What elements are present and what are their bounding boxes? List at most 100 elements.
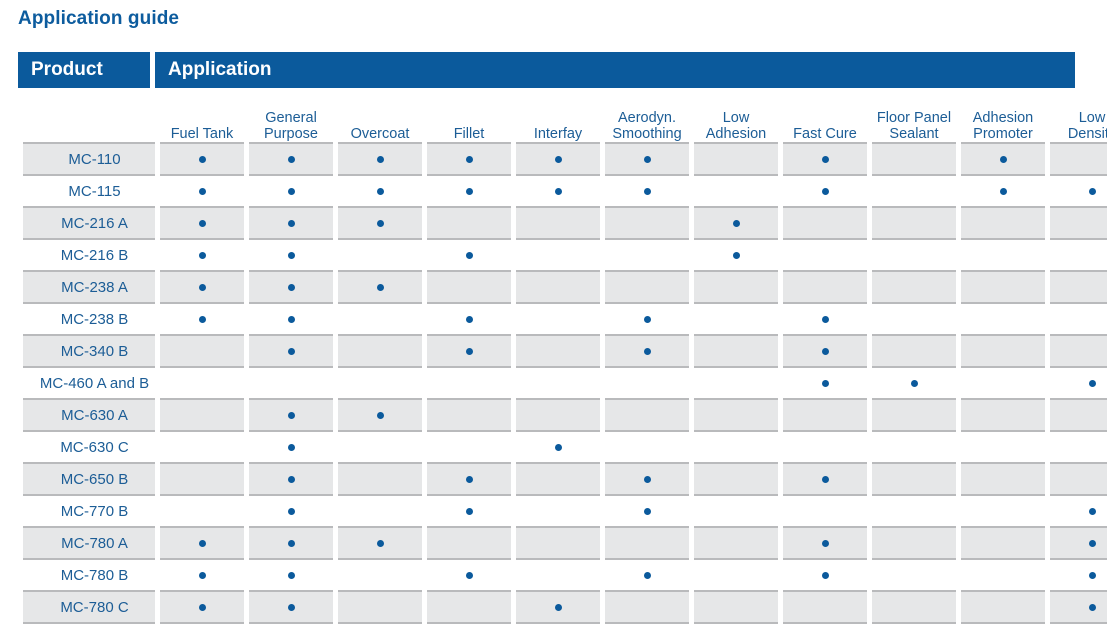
bullet-dot-icon [643,348,651,356]
application-cell [160,462,244,496]
column-header-aerodyn-smoothing: Aerodyn. Smoothing [612,109,682,142]
application-cell [249,176,333,206]
application-cell [961,560,1045,590]
application-cell [516,304,600,334]
application-cell [694,496,778,526]
application-cell [427,368,511,398]
application-cell [1050,432,1107,462]
product-name-cell: MC-630 A [23,398,155,432]
application-cell [872,142,956,176]
application-cell [338,496,422,526]
bullet-dot-icon [821,348,829,356]
application-cell [694,270,778,304]
application-cell [1050,176,1107,206]
application-cell [516,176,600,206]
application-cell [694,368,778,398]
application-cell [605,560,689,590]
application-cell [338,176,422,206]
column-header-product [23,90,155,142]
application-cell [516,398,600,432]
bullet-dot-icon [465,188,473,196]
column-header-floor-panel-sealant: Floor Panel Sealant [876,109,952,142]
application-cell [160,206,244,240]
application-cell [338,590,422,624]
bullet-dot-icon [465,252,473,260]
application-cell [160,398,244,432]
application-cell [427,462,511,496]
bullet-dot-icon [287,284,295,292]
application-cell [516,590,600,624]
application-cell [160,240,244,270]
table-row: MC-340 B [23,334,1107,368]
application-cell [427,176,511,206]
application-cell [872,526,956,560]
application-cell [338,432,422,462]
application-cell [605,432,689,462]
bullet-dot-icon [287,444,295,452]
application-cell [516,560,600,590]
application-cell [160,176,244,206]
bullet-dot-icon [1088,508,1096,516]
application-cell [783,176,867,206]
application-cell [605,526,689,560]
application-cell [427,496,511,526]
bullet-dot-icon [198,188,206,196]
application-cell [961,526,1045,560]
application-cell [338,398,422,432]
application-cell [249,398,333,432]
application-cell [249,240,333,270]
bullet-dot-icon [554,444,562,452]
bullet-dot-icon [554,156,562,164]
bullet-dot-icon [1088,540,1096,548]
product-name-cell: MC-630 C [23,432,155,462]
application-cell [872,560,956,590]
application-cell [872,398,956,432]
application-cell [427,240,511,270]
bullet-dot-icon [821,540,829,548]
application-cell [338,526,422,560]
application-cell [249,270,333,304]
bullet-dot-icon [376,156,384,164]
product-name-cell: MC-770 B [23,496,155,526]
page-title: Application guide [18,8,180,29]
bullet-dot-icon [643,476,651,484]
application-cell [961,368,1045,398]
application-cell [427,560,511,590]
bullet-dot-icon [287,604,295,612]
application-cell [872,496,956,526]
application-cell [1050,304,1107,334]
application-cell [961,496,1045,526]
application-guide-table: Fuel Tank General Purpose Overcoat Fille… [18,90,1107,624]
table-row: MC-238 A [23,270,1107,304]
bullet-dot-icon [376,540,384,548]
bullet-dot-icon [465,476,473,484]
bullet-dot-icon [999,156,1007,164]
application-cell [160,432,244,462]
application-cell [160,334,244,368]
application-cell [783,142,867,176]
application-cell [605,270,689,304]
application-cell [783,304,867,334]
application-cell [1050,368,1107,398]
band-application-header: Application [155,52,1075,88]
application-cell [1050,206,1107,240]
bullet-dot-icon [1088,188,1096,196]
application-cell [249,462,333,496]
bullet-dot-icon [554,604,562,612]
bullet-dot-icon [465,572,473,580]
bullet-dot-icon [732,252,740,260]
application-cell [516,206,600,240]
application-cell [872,304,956,334]
application-cell [160,368,244,398]
application-cell [338,334,422,368]
application-cell [338,142,422,176]
table-row: MC-110 [23,142,1107,176]
application-cell [427,432,511,462]
application-cell [160,304,244,334]
product-name-cell: MC-110 [23,142,155,176]
table-row: MC-780 A [23,526,1107,560]
table-row: MC-780 C [23,590,1107,624]
bullet-dot-icon [198,316,206,324]
table-row: MC-650 B [23,462,1107,496]
table-row: MC-630 A [23,398,1107,432]
